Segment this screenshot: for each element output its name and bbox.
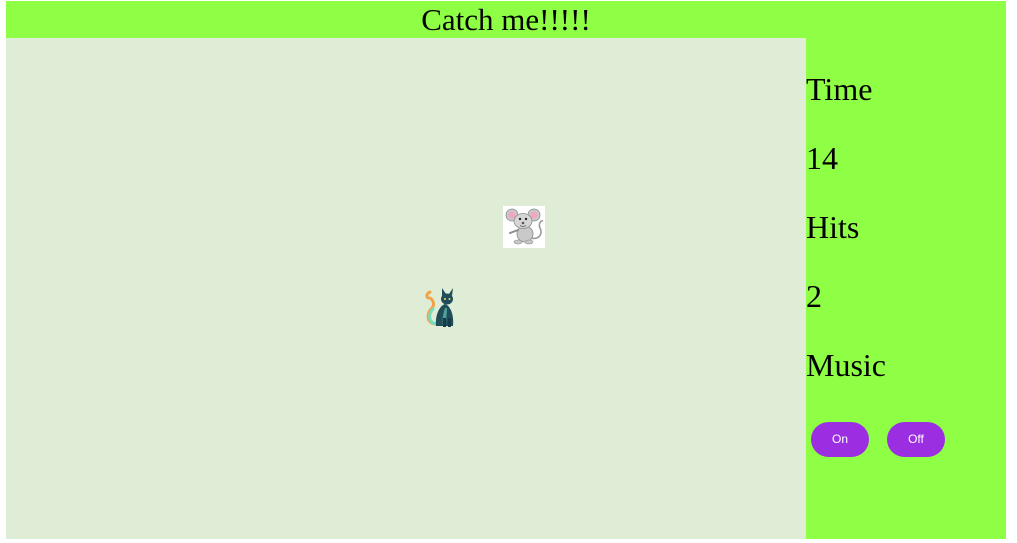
hits-label: Hits <box>806 209 860 245</box>
music-on-button[interactable]: On <box>811 422 869 457</box>
mouse-icon[interactable] <box>503 206 545 248</box>
cat-icon <box>425 288 454 327</box>
time-value: 14 <box>806 140 838 176</box>
play-field[interactable] <box>6 38 806 539</box>
score-panel: Time 14 Hits 2 Music On Off <box>806 38 1006 539</box>
time-label: Time <box>806 71 873 107</box>
music-label: Music <box>806 347 886 383</box>
music-off-button[interactable]: Off <box>887 422 945 457</box>
game-container: Catch me!!!!! Time 14 Hits 2 Music On Of… <box>6 1 1006 539</box>
game-title: Catch me!!!!! <box>421 2 591 37</box>
hits-value: 2 <box>806 278 822 314</box>
